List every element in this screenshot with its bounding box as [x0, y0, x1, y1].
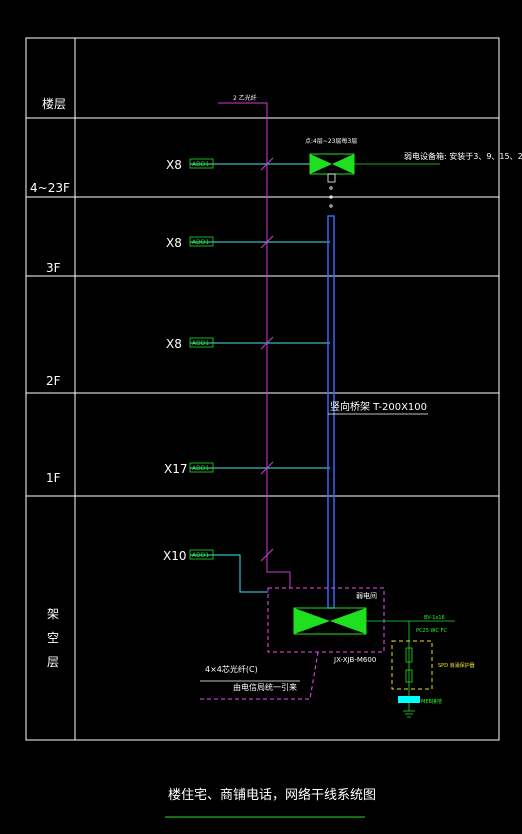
- box-triangle-left: [310, 154, 332, 174]
- branch-count-1: X17: [164, 462, 188, 476]
- cabinet-model: JX-XJB-M600: [333, 656, 376, 664]
- branch-count-4-23: X8: [166, 158, 182, 172]
- branch-count-3: X8: [166, 236, 182, 250]
- floor-label-3: 3F: [46, 261, 61, 275]
- cabinet-triangle-right: [330, 608, 366, 634]
- floor-label-2: 2F: [46, 374, 61, 388]
- tray-label: 竖向桥架 T-200X100: [330, 400, 427, 413]
- dot: [329, 204, 333, 208]
- floor-label-overhead-3: 层: [47, 655, 59, 669]
- branch-tag-4-23: ADD1: [192, 161, 209, 168]
- floor-label-overhead-2: 空: [47, 631, 59, 645]
- branch-tag-2: ADD1: [192, 340, 209, 347]
- branch-tag-overhead: ADD1: [192, 552, 209, 559]
- floor-label-1: 1F: [46, 471, 61, 485]
- branch-tag-3: ADD1: [192, 239, 209, 246]
- outer-border: [25, 37, 500, 741]
- diagram-title: 楼住宅、商铺电话，网络干线系统图: [168, 787, 376, 803]
- dot: [329, 186, 333, 190]
- box-triangle-right: [332, 154, 354, 174]
- ext-label-2: 由电信局统一引来: [233, 682, 297, 692]
- riser-line: [218, 102, 291, 588]
- cabinet-triangle-left: [294, 608, 330, 634]
- weak-room-label: 弱电间: [356, 591, 377, 600]
- fiber-riser: [218, 102, 291, 588]
- main-cabinet: [293, 607, 367, 635]
- drawing-frame: [25, 37, 500, 741]
- floor-label-4-23: 4~23F: [30, 181, 70, 195]
- cable-spec-2: PC25 WC FC: [416, 628, 447, 634]
- connector-stub: [327, 173, 336, 183]
- floor-header: 楼层: [42, 96, 66, 111]
- ext-label-1: 4×4芯光纤(C): [205, 664, 258, 674]
- branch-count-2: X8: [166, 337, 182, 351]
- ground-bar: [398, 696, 420, 703]
- ground-bar-label: MEB接地: [421, 698, 442, 705]
- floor-branches: [190, 163, 330, 593]
- branch-line-overhead: [190, 554, 268, 593]
- weak-box-top-label: 点:4层~23层每3层: [305, 137, 357, 145]
- ground-symbol: [403, 703, 415, 718]
- riser-top-label: 2 乙光纤: [233, 94, 257, 102]
- spd-label: SPD 浪涌保护器: [438, 662, 475, 669]
- branch-count-overhead: X10: [163, 549, 187, 563]
- cable-spec-1: BV-1x16: [424, 615, 445, 621]
- weak-equipment-note: 弱电设备箱: 安装于3、9、15、21: [404, 151, 522, 161]
- floor-label-overhead-1: 架: [47, 607, 59, 621]
- system-diagram: 楼层 4~23F 3F 2F 1F 架 空 层 2 乙光纤 X8 ADD1 X8…: [25, 37, 522, 818]
- branch-tag-1: ADD1: [192, 465, 209, 472]
- floor-distribution-box: [309, 153, 355, 175]
